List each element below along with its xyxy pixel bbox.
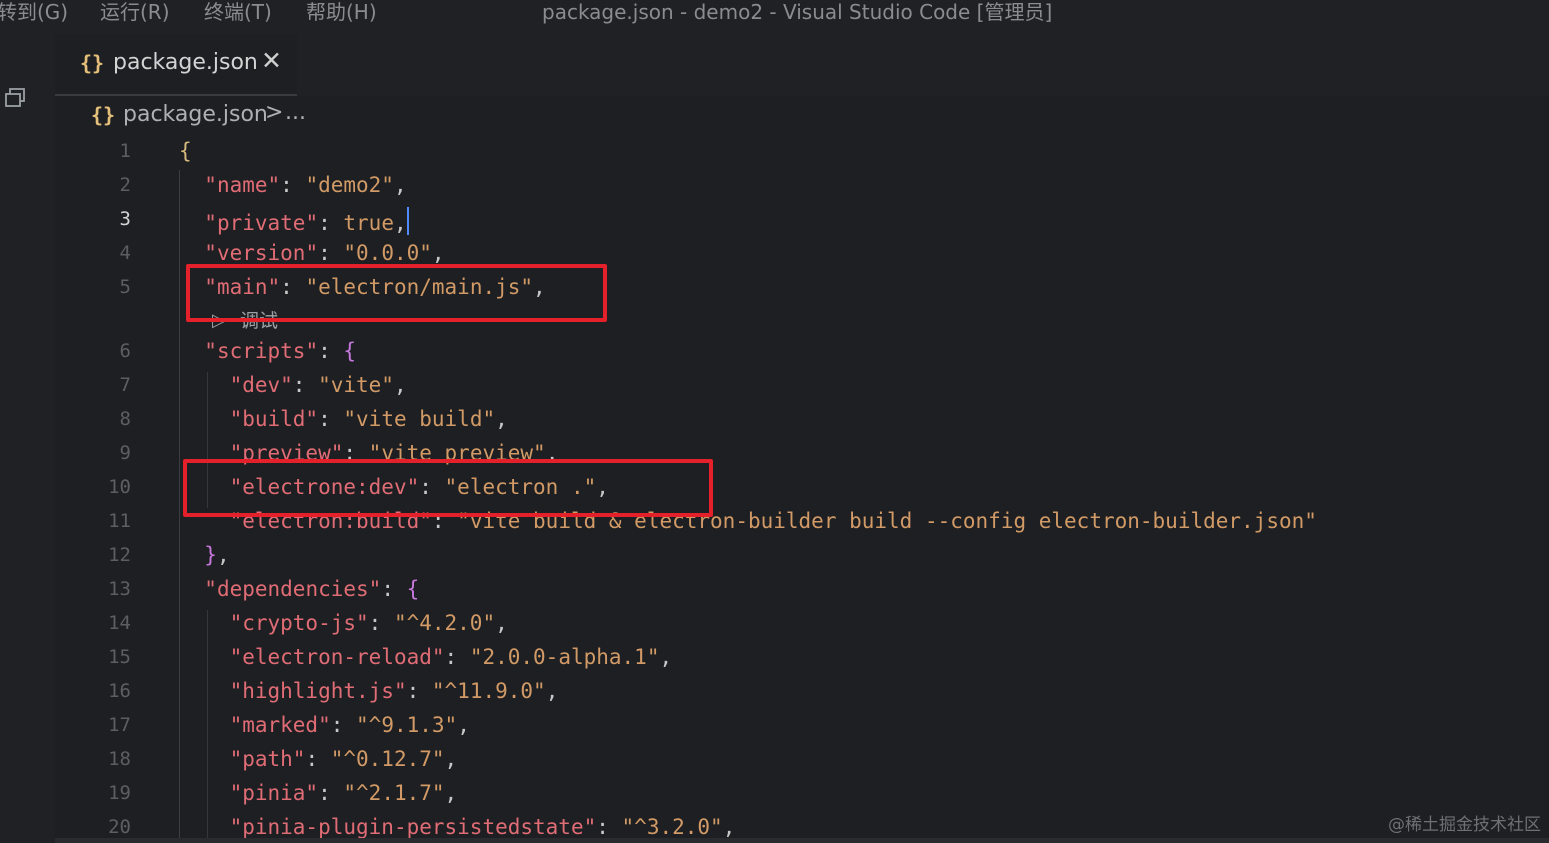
line-number: 5 (119, 276, 131, 298)
code-line[interactable]: 6 "scripts": { (55, 336, 1549, 370)
tab-bar: {} package.json ✕ (55, 34, 1549, 96)
code-text: "marked": "^9.1.3", (229, 713, 470, 737)
window-title: package.json - demo2 - Visual Studio Cod… (542, 0, 1053, 24)
line-number: 19 (108, 782, 131, 804)
code-line[interactable]: 8 "build": "vite build", (55, 404, 1549, 438)
line-number: 11 (108, 510, 131, 532)
code-text: "version": "0.0.0", (204, 241, 445, 265)
line-number: 3 (119, 208, 131, 230)
title-bar: 转到(G) 运行(R) 终端(T) 帮助(H) package.json - d… (0, 0, 1549, 34)
line-number: 8 (119, 408, 131, 430)
line-number: 9 (119, 442, 131, 464)
line-number: 4 (119, 242, 131, 264)
code-line[interactable]: 17 "marked": "^9.1.3", (55, 710, 1549, 744)
code-text: "electron-reload": "2.0.0-alpha.1", (229, 645, 673, 669)
line-number: 18 (108, 748, 131, 770)
json-braces-icon: {} (91, 103, 116, 127)
code-text: "path": "^0.12.7", (229, 747, 458, 771)
line-number: 12 (108, 544, 131, 566)
code-line[interactable]: 2 "name": "demo2", (55, 170, 1549, 204)
line-number: 7 (119, 374, 131, 396)
watermark: @稀土掘金技术社区 (1388, 815, 1541, 835)
code-text: "private": true, (179, 207, 409, 235)
activity-bar (0, 34, 55, 843)
text-cursor (406, 207, 409, 235)
breadcrumb-ellipsis[interactable]: ... (285, 100, 306, 125)
code-text: "crypto-js": "^4.2.0", (229, 611, 508, 635)
code-text: "pinia-plugin-persistedstate": "^3.2.0", (229, 815, 736, 839)
code-text: "scripts": { (204, 339, 357, 363)
code-text: "highlight.js": "^11.9.0", (229, 679, 559, 703)
code-line[interactable]: 18 "path": "^0.12.7", (55, 744, 1549, 778)
tab-label: package.json (113, 50, 258, 75)
code-line[interactable]: 1{ (55, 136, 1549, 170)
code-line[interactable]: 7 "dev": "vite", (55, 370, 1549, 404)
highlight-box-electron-dev (183, 459, 713, 517)
line-number: 20 (108, 816, 131, 838)
code-line[interactable]: 14 "crypto-js": "^4.2.0", (55, 608, 1549, 642)
code-text: "name": "demo2", (204, 173, 407, 197)
breadcrumb: {} package.json > ... (55, 96, 1549, 136)
menu-run[interactable]: 运行(R) (100, 0, 170, 25)
line-number: 16 (108, 680, 131, 702)
line-number: 2 (119, 174, 131, 196)
line-number: 17 (108, 714, 131, 736)
line-number: 14 (108, 612, 131, 634)
tab-package-json[interactable]: {} package.json ✕ (55, 34, 297, 96)
code-text: "build": "vite build", (229, 407, 508, 431)
code-text: "dev": "vite", (229, 373, 407, 397)
code-text: }, (204, 543, 230, 567)
breadcrumb-separator: > (265, 100, 284, 125)
menu-help[interactable]: 帮助(H) (306, 0, 377, 25)
line-number: 10 (108, 476, 131, 498)
code-text: { (179, 139, 192, 163)
line-number: 6 (119, 340, 131, 362)
code-line[interactable]: 3 "private": true, (55, 204, 1549, 238)
code-line[interactable]: 19 "pinia": "^2.1.7", (55, 778, 1549, 812)
breadcrumb-file[interactable]: package.json (123, 102, 268, 127)
menu-goto[interactable]: 转到(G) (0, 0, 68, 25)
code-text: "pinia": "^2.1.7", (229, 781, 458, 805)
json-braces-icon: {} (80, 51, 105, 75)
line-number: 1 (119, 140, 131, 162)
line-number: 15 (108, 646, 131, 668)
close-icon[interactable]: ✕ (261, 46, 282, 75)
code-line[interactable]: 15 "electron-reload": "2.0.0-alpha.1", (55, 642, 1549, 676)
menu-terminal[interactable]: 终端(T) (204, 0, 272, 25)
horizontal-scrollbar[interactable] (55, 838, 1549, 843)
code-text: "dependencies": { (204, 577, 420, 601)
restore-window-icon[interactable] (4, 86, 28, 110)
code-line[interactable]: 16 "highlight.js": "^11.9.0", (55, 676, 1549, 710)
highlight-box-main (186, 264, 607, 322)
code-line[interactable]: 12 }, (55, 540, 1549, 574)
line-number: 13 (108, 578, 131, 600)
code-line[interactable]: 13 "dependencies": { (55, 574, 1549, 608)
